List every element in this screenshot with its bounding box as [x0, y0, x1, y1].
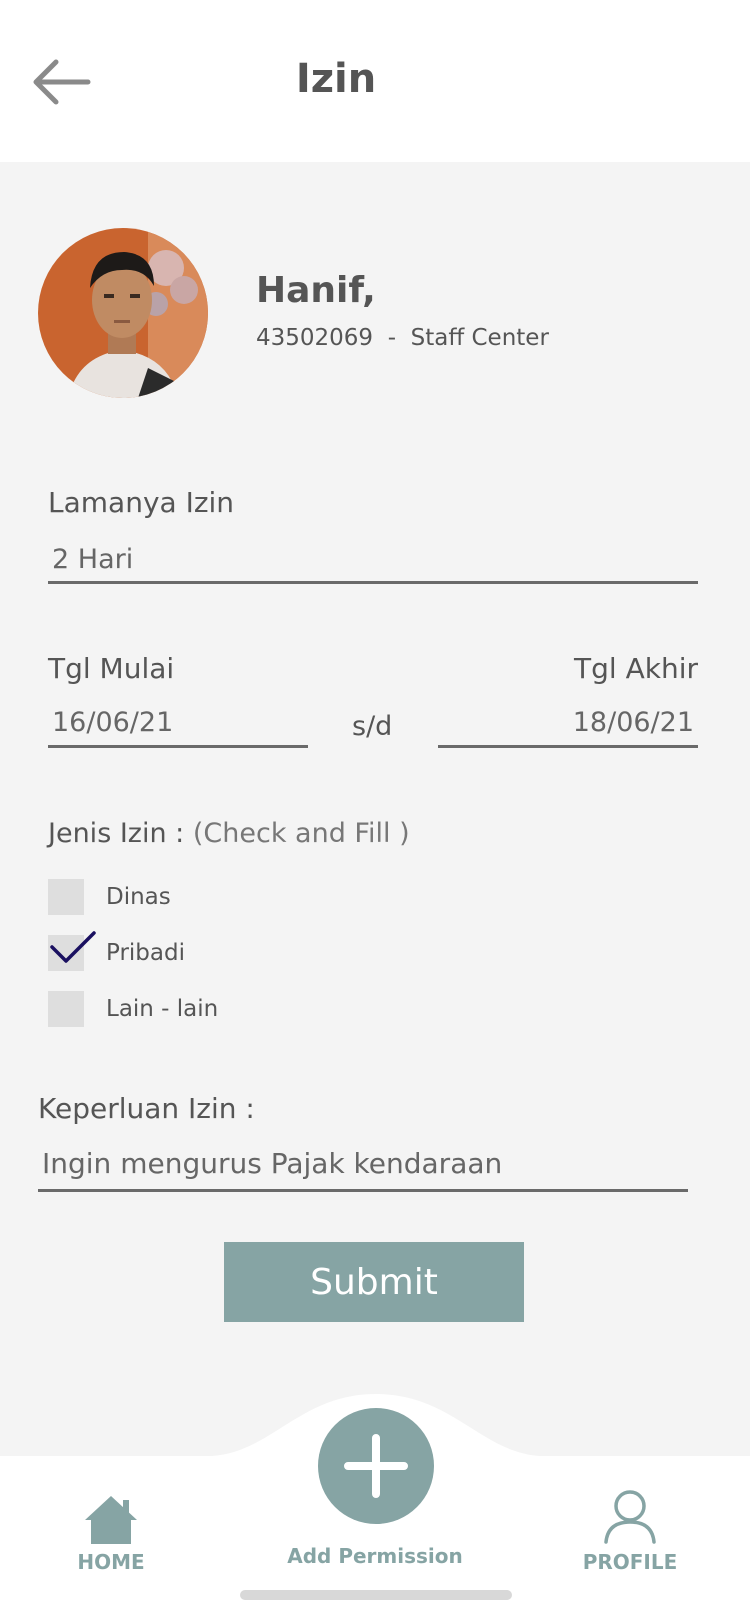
start-date-label: Tgl Mulai	[48, 652, 175, 685]
permission-type-title: Jenis Izin :	[48, 818, 193, 849]
home-indicator	[240, 1590, 512, 1600]
checkbox[interactable]	[48, 991, 84, 1027]
user-name: Hanif,	[256, 270, 376, 311]
avatar	[38, 228, 208, 398]
bottom-nav: HOME Add Permission PROFILE	[0, 1392, 750, 1624]
home-icon	[85, 1496, 137, 1544]
page-title: Izin	[295, 56, 377, 102]
duration-input[interactable]	[48, 538, 698, 584]
nav-profile[interactable]: PROFILE	[580, 1486, 680, 1574]
profile-icon	[604, 1490, 656, 1544]
range-separator: s/d	[352, 711, 393, 742]
submit-button[interactable]: Submit	[224, 1242, 524, 1322]
option-dinas[interactable]: Dinas	[48, 878, 171, 916]
option-lain-lain[interactable]: Lain - lain	[48, 990, 218, 1028]
plus-icon	[344, 1434, 408, 1498]
option-label: Pribadi	[106, 940, 185, 966]
user-meta: 43502069 - Staff Center	[256, 325, 549, 351]
permission-type-label: Jenis Izin : (Check and Fill )	[48, 818, 410, 849]
purpose-input[interactable]	[38, 1138, 688, 1192]
add-permission-label: Add Permission	[287, 1544, 463, 1568]
nav-home[interactable]: HOME	[66, 1494, 156, 1574]
duration-label: Lamanya Izin	[48, 486, 235, 519]
option-pribadi[interactable]: Pribadi	[48, 931, 185, 972]
meta-separator: -	[373, 325, 411, 351]
checkbox-checked[interactable]	[48, 931, 96, 971]
end-date-label: Tgl Akhir	[574, 652, 698, 685]
header: Izin	[0, 0, 750, 162]
end-date-input[interactable]	[438, 700, 698, 748]
add-permission-button[interactable]	[318, 1408, 434, 1524]
nav-profile-label: PROFILE	[582, 1550, 678, 1574]
user-role: Staff Center	[410, 325, 549, 351]
start-date-input[interactable]	[48, 700, 308, 748]
option-label: Dinas	[106, 884, 171, 910]
permission-type-hint: (Check and Fill )	[192, 818, 410, 849]
checkmark-icon	[50, 931, 96, 963]
option-label: Lain - lain	[106, 996, 219, 1022]
user-id: 43502069	[256, 325, 374, 351]
checkbox[interactable]	[48, 879, 84, 915]
purpose-label: Keperluan Izin :	[38, 1092, 255, 1125]
nav-home-label: HOME	[77, 1550, 145, 1574]
